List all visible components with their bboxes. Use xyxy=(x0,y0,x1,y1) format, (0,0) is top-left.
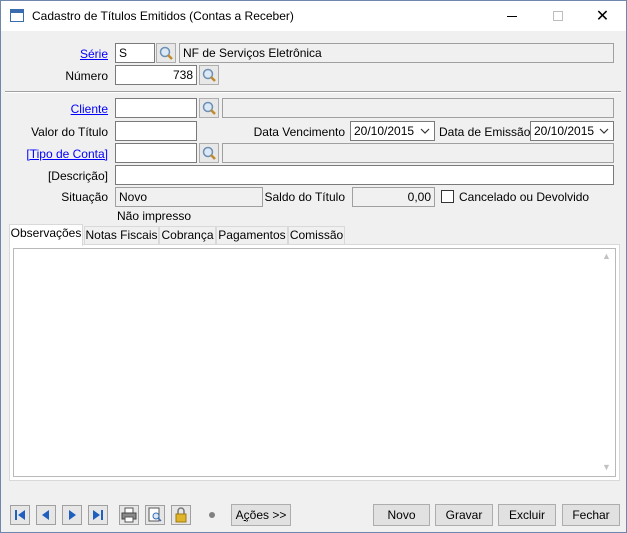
print-preview-button[interactable] xyxy=(145,505,165,525)
tab-comissao[interactable]: Comissão xyxy=(288,226,345,245)
tipo-conta-description-field xyxy=(222,143,614,163)
data-emissao-label: Data de Emissão xyxy=(439,125,531,139)
fechar-button[interactable]: Fechar xyxy=(562,504,620,526)
cliente-lookup-button[interactable] xyxy=(199,98,219,118)
cliente-input[interactable] xyxy=(115,98,197,118)
search-icon xyxy=(159,46,173,60)
minimize-icon xyxy=(507,16,517,17)
chevron-down-icon xyxy=(599,128,609,134)
close-window-button[interactable]: ✕ xyxy=(580,1,625,31)
header-divider xyxy=(5,91,621,93)
cancelado-checkbox[interactable] xyxy=(441,190,454,203)
lock-icon xyxy=(175,507,187,523)
last-record-button[interactable] xyxy=(88,505,108,525)
maximize-button xyxy=(535,1,580,31)
cancelado-label: Cancelado ou Devolvido xyxy=(459,190,590,204)
main-window: Cadastro de Títulos Emitidos (Contas a R… xyxy=(0,0,627,533)
print-status-text: Não impresso xyxy=(117,209,192,223)
print-preview-icon xyxy=(148,507,162,522)
descricao-label: [Descrição] xyxy=(47,169,108,183)
situacao-label: Situação xyxy=(61,190,108,204)
previous-record-icon xyxy=(42,510,49,520)
observacoes-panel: ▲ ▼ xyxy=(9,244,620,481)
previous-record-button[interactable] xyxy=(36,505,56,525)
numero-lookup-button[interactable] xyxy=(199,65,219,85)
valor-titulo-label: Valor do Título xyxy=(31,125,108,139)
search-icon xyxy=(202,146,216,160)
data-vencimento-picker[interactable]: 20/10/2015 xyxy=(350,121,435,141)
acoes-button[interactable]: Ações >> xyxy=(231,504,291,526)
valor-titulo-input[interactable] xyxy=(115,121,197,141)
serie-lookup-button[interactable] xyxy=(156,43,176,63)
bottom-toolbar: Ações >> Novo Gravar Excluir Fechar xyxy=(1,495,626,533)
tab-pagamentos[interactable]: Pagamentos xyxy=(216,226,288,245)
observacoes-textarea[interactable] xyxy=(13,248,616,477)
data-vencimento-label: Data Vencimento xyxy=(253,125,345,139)
lock-button[interactable] xyxy=(171,505,191,525)
tipo-conta-lookup-button[interactable] xyxy=(199,143,219,163)
cliente-label-link[interactable]: Cliente xyxy=(51,102,108,116)
next-record-icon xyxy=(69,510,76,520)
scroll-up-icon[interactable]: ▲ xyxy=(602,251,611,261)
acoes-label-suffix: ões >> xyxy=(249,508,287,522)
serie-input[interactable]: S xyxy=(115,43,155,63)
app-window-icon xyxy=(10,9,24,22)
excluir-button[interactable]: Excluir xyxy=(498,504,556,526)
tipo-conta-input[interactable] xyxy=(115,143,197,163)
first-record-icon xyxy=(15,510,25,520)
window-title: Cadastro de Títulos Emitidos (Contas a R… xyxy=(32,9,294,23)
first-record-button[interactable] xyxy=(10,505,30,525)
tab-observacoes[interactable]: Observações xyxy=(9,224,83,246)
data-vencimento-value: 20/10/2015 xyxy=(354,124,415,138)
saldo-titulo-field: 0,00 xyxy=(352,187,435,207)
minimize-button[interactable] xyxy=(490,1,535,31)
title-bar: Cadastro de Títulos Emitidos (Contas a R… xyxy=(1,1,626,31)
status-dot-icon xyxy=(209,512,215,518)
novo-button[interactable]: Novo xyxy=(373,504,430,526)
serie-label-link[interactable]: Série xyxy=(51,47,108,61)
search-icon xyxy=(202,68,216,82)
observacoes-scrollbar[interactable]: ▲ ▼ xyxy=(599,249,615,476)
close-icon: ✕ xyxy=(595,6,610,25)
serie-description-field: NF de Serviços Eletrônica xyxy=(179,43,614,63)
tab-cobranca[interactable]: Cobrança xyxy=(159,226,216,245)
print-icon xyxy=(121,507,137,523)
gravar-button[interactable]: Gravar xyxy=(435,504,493,526)
tipo-conta-label-link[interactable]: [Tipo de Conta] xyxy=(21,147,108,161)
cliente-description-field xyxy=(222,98,614,118)
acoes-label-prefix: A xyxy=(235,508,244,522)
print-button[interactable] xyxy=(119,505,139,525)
data-emissao-picker[interactable]: 20/10/2015 xyxy=(530,121,614,141)
numero-input[interactable]: 738 xyxy=(115,65,197,85)
next-record-button[interactable] xyxy=(62,505,82,525)
chevron-down-icon xyxy=(420,128,430,134)
data-emissao-value: 20/10/2015 xyxy=(534,124,595,138)
search-icon xyxy=(202,101,216,115)
scroll-down-icon[interactable]: ▼ xyxy=(602,462,611,472)
numero-label: Número xyxy=(65,69,108,83)
tab-notas-fiscais[interactable]: Notas Fiscais xyxy=(84,226,159,245)
maximize-icon xyxy=(553,11,563,21)
situacao-field: Novo xyxy=(115,187,263,207)
last-record-icon xyxy=(93,510,103,520)
saldo-titulo-label: Saldo do Título xyxy=(264,190,345,204)
descricao-input[interactable] xyxy=(115,165,614,185)
